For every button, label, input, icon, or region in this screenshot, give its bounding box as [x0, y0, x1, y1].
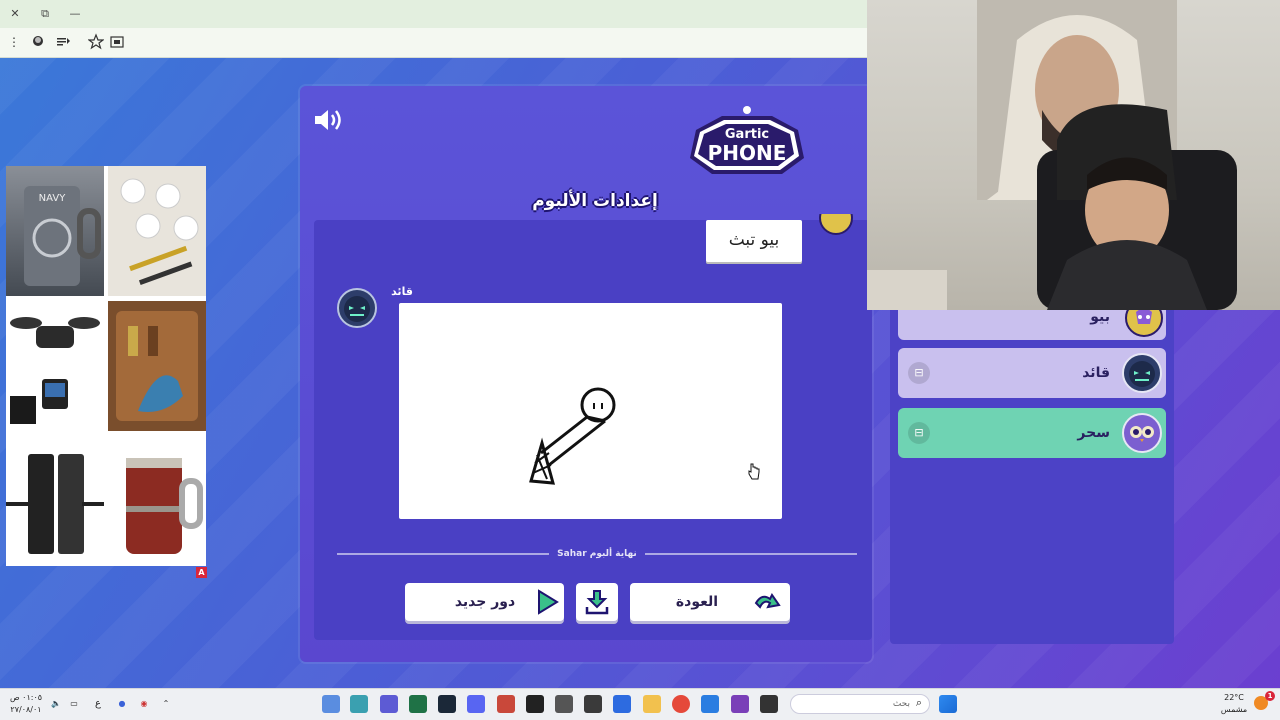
back-button[interactable]: العودة [630, 583, 790, 621]
player-avatar-icon [818, 214, 854, 236]
headset-app-icon[interactable] [497, 695, 515, 713]
network-icon[interactable]: ▭ [68, 699, 80, 709]
app-icon[interactable] [555, 695, 573, 713]
minimize-window-button[interactable]: — [65, 0, 85, 28]
back-label: العودة [675, 594, 719, 610]
steam-icon[interactable] [438, 695, 456, 713]
record-icon[interactable]: ◉ [138, 699, 150, 709]
player-name: قائد [1082, 365, 1110, 381]
ad-white-pins-image[interactable] [108, 166, 206, 296]
ad-knife-set-image[interactable] [108, 301, 206, 431]
language-indicator[interactable]: ع [92, 699, 104, 709]
reading-list-icon[interactable] [55, 30, 71, 54]
new-round-button[interactable]: دور جديد [405, 583, 564, 621]
discord-icon[interactable] [467, 695, 485, 713]
weather-label[interactable]: مشمس [1214, 705, 1254, 715]
mail-icon[interactable] [701, 695, 719, 713]
restore-window-button[interactable]: ⧉ [35, 0, 55, 28]
gartic-phone-logo: Gartic PHONE [686, 102, 808, 178]
windows-start-icon[interactable] [939, 695, 957, 713]
browser-titlebar: ✕ ⧉ — [0, 0, 867, 28]
player-name: سحر [1077, 425, 1110, 441]
svg-text:NAVY: NAVY [39, 193, 67, 204]
drawer-name: قائد [391, 285, 413, 298]
clock-date[interactable]: ٢٧/٠٨/٠١ [6, 705, 46, 715]
album-end-label: Sahar نهاية ألبوم [557, 549, 637, 559]
store-icon[interactable] [613, 695, 631, 713]
ad-wooden-mug-image[interactable] [108, 436, 206, 566]
weather-temp[interactable]: 22°C [1214, 693, 1254, 703]
logo-line1: Gartic [725, 127, 769, 142]
app-icon[interactable] [731, 695, 749, 713]
drawing-canvas [399, 303, 782, 519]
notification-badge[interactable]: 1 [1265, 691, 1275, 701]
player-avatar-icon [1122, 413, 1162, 453]
ad-choices-badge[interactable]: A [196, 567, 207, 578]
app-icon[interactable] [322, 695, 340, 713]
search-placeholder: بحث [892, 699, 910, 709]
excel-icon[interactable] [409, 695, 427, 713]
drawer-avatar-icon [337, 288, 377, 328]
close-window-button[interactable]: ✕ [5, 0, 25, 28]
clock-time[interactable]: ٠١:٠٥ ص [6, 693, 46, 703]
taskbar [0, 688, 1280, 720]
player-avatar-icon [1122, 353, 1162, 393]
ad-smart-lock-image[interactable] [6, 436, 104, 566]
download-button[interactable] [576, 583, 618, 621]
webcam-overlay [867, 0, 1280, 310]
browser-toolbar [0, 28, 867, 58]
microphone-icon[interactable]: ● [116, 699, 128, 709]
ad-drone-image[interactable] [6, 301, 104, 431]
kick-player-icon[interactable]: ⊟ [908, 422, 930, 444]
player-row: ⊟ قائد [898, 348, 1166, 398]
download-icon [584, 589, 610, 615]
ad-panel[interactable]: NAVY [6, 166, 206, 566]
answer-bubble: بيو تبث [706, 220, 802, 262]
epic-games-icon[interactable] [526, 695, 544, 713]
star-icon[interactable] [87, 30, 105, 54]
app-icon[interactable] [760, 695, 778, 713]
teams-icon[interactable] [380, 695, 398, 713]
play-icon [534, 589, 560, 615]
album-settings-title: إعدادات الألبوم [532, 191, 658, 211]
logo-line2: PHONE [708, 141, 787, 165]
chrome-icon[interactable] [672, 695, 690, 713]
album-divider-left [337, 553, 549, 555]
player-row: ⊟ سحر [898, 408, 1166, 458]
profile-icon[interactable] [30, 30, 46, 54]
chevron-up-icon[interactable]: ⌃ [160, 699, 172, 709]
hand-cursor-icon [747, 462, 761, 480]
browser-menu-button[interactable]: ⋮ [6, 30, 22, 54]
back-arrow-icon [752, 589, 781, 615]
app-icon[interactable] [350, 695, 368, 713]
kick-player-icon[interactable]: ⊟ [908, 362, 930, 384]
album-divider-right [645, 553, 857, 555]
search-icon: ⌕ [915, 696, 923, 709]
volume-icon[interactable] [313, 106, 345, 134]
volume-tray-icon[interactable]: 🔈 [50, 699, 62, 709]
tab-icon[interactable] [109, 30, 125, 54]
file-explorer-icon[interactable] [643, 695, 661, 713]
app-icon[interactable] [584, 695, 602, 713]
ad-anchor-mug-image[interactable]: NAVY [6, 166, 104, 296]
new-round-label: دور جديد [454, 594, 516, 610]
